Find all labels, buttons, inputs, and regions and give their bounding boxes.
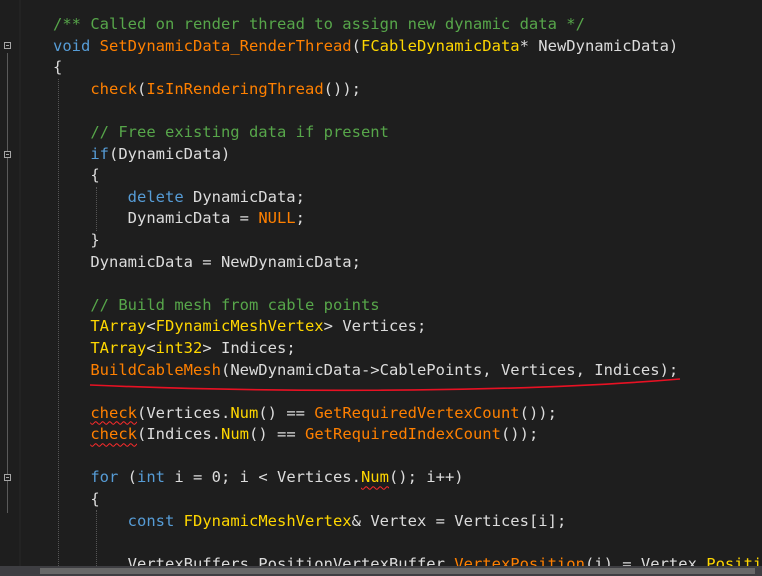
horizontal-scrollbar[interactable] bbox=[0, 566, 762, 576]
code-editor[interactable]: /** Called on render thread to assign ne… bbox=[0, 0, 762, 566]
red-underline-annotation bbox=[89, 378, 681, 392]
horizontal-scrollbar-thumb[interactable] bbox=[40, 568, 755, 574]
